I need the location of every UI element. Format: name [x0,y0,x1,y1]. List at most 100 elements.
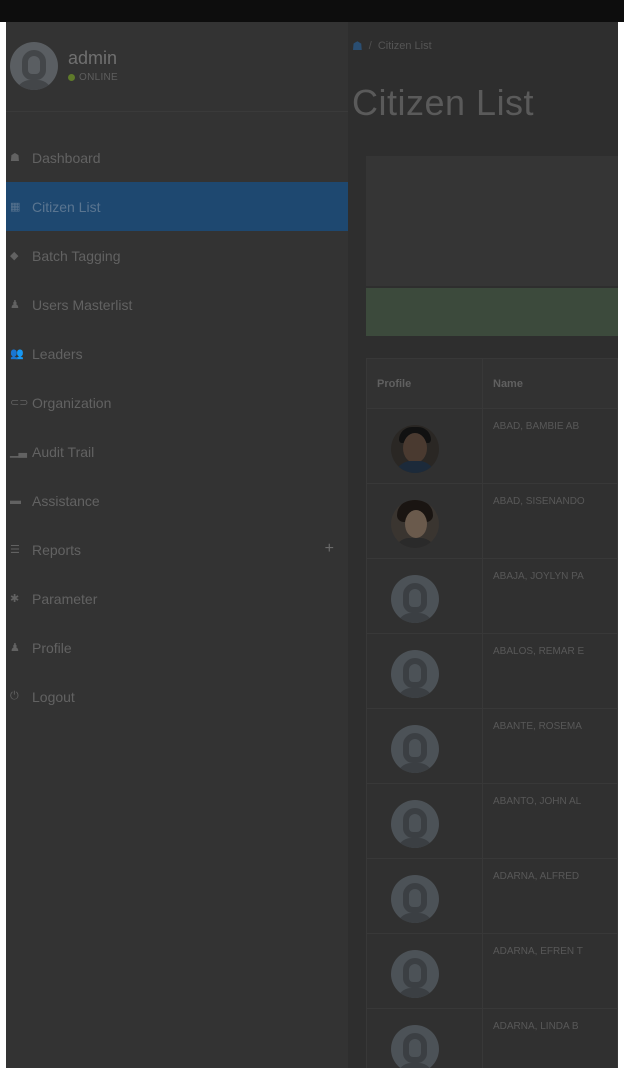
page-frame: admin ONLINE ☗ Dashboard ▦ Citizen List ◆ Bat… [0,22,624,1074]
sidebar-item-label: Assistance [32,492,100,509]
user-icon: ♟ [10,642,20,654]
default-avatar-icon [391,950,439,998]
table-header-row: Profile Name [366,358,618,409]
name-cell: ABAJA, JOYLYN PA [482,558,618,634]
column-header-profile[interactable]: Profile [366,358,483,409]
default-avatar-icon [391,1025,439,1068]
citizen-name[interactable]: ADARNA, ALFRED [483,859,617,882]
default-avatar-icon [391,725,439,773]
gear-icon: ✱ [10,593,20,605]
app-window: admin ONLINE ☗ Dashboard ▦ Citizen List ◆ Bat… [6,22,618,1068]
breadcrumb: ☗ / Citizen List [352,39,432,53]
sidebar-item-label: Batch Tagging [32,247,121,264]
sidebar-item-label: Reports [32,541,82,558]
sidebar-item-leaders[interactable]: 👥 Leaders [6,329,348,378]
sidebar-item-logout[interactable]: ⏻ Logout [6,672,348,721]
profile-photo [391,500,439,548]
sidebar-item-label: Profile [32,639,72,656]
sidebar-item-parameter[interactable]: ✱ Parameter [6,574,348,623]
sidebar-item-batch-tagging[interactable]: ◆ Batch Tagging [6,231,348,280]
citizen-name[interactable]: ADARNA, LINDA B [483,1009,617,1032]
table-row[interactable]: ADARNA, ALFRED [366,858,618,934]
user-status: ONLINE [68,72,118,83]
profile-cell [366,483,483,559]
default-avatar-icon [391,800,439,848]
column-header-name[interactable]: Name [482,358,618,409]
table-row[interactable]: ABAJA, JOYLYN PA [366,558,618,634]
calendar-icon: ▦ [10,201,21,213]
filter-panel [366,156,618,286]
expand-plus-icon[interactable]: + [325,540,334,558]
profile-cell [366,933,483,1009]
profile-cell [366,633,483,709]
dashboard-icon: ☗ [10,152,20,164]
browser-top-bar [0,0,624,22]
profile-photo [391,425,439,473]
sidebar-item-audit-trail[interactable]: ▁▃ Audit Trail [6,427,348,476]
sidebar-item-label: Parameter [32,590,98,607]
name-cell: ABALOS, REMAR E [482,633,618,709]
sidebar: admin ONLINE ☗ Dashboard ▦ Citizen List ◆ Bat… [6,22,348,1068]
sidebar-item-label: Users Masterlist [32,296,133,313]
ticket-icon: ⊂⊃ [10,397,29,409]
default-avatar-icon [391,575,439,623]
sidebar-item-label: Audit Trail [32,443,95,460]
citizen-table: Profile Name ABAD, BAMBIE AB ABAD, SISENA… [366,358,618,1068]
user-name: admin [68,48,118,68]
avatar [10,42,58,90]
sidebar-item-profile[interactable]: ♟ Profile [6,623,348,672]
profile-cell [366,708,483,784]
sidebar-item-assistance[interactable]: ▬ Assistance [6,476,348,525]
sidebar-item-users-masterlist[interactable]: ♟ Users Masterlist [6,280,348,329]
sidebar-item-label: Logout [32,688,75,705]
sidebar-item-reports[interactable]: ☰ Reports + [6,525,348,574]
name-cell: ADARNA, LINDA B [482,1008,618,1068]
sidebar-menu: ☗ Dashboard ▦ Citizen List ◆ Batch Tagging ♟ Us… [6,133,348,721]
name-cell: ABANTE, ROSEMA [482,708,618,784]
user-panel: admin ONLINE [6,22,348,112]
name-cell: ADARNA, ALFRED [482,858,618,934]
power-icon: ⏻ [10,690,19,702]
citizen-name[interactable]: ABANTO, JOHN AL [483,784,617,807]
sidebar-item-dashboard[interactable]: ☗ Dashboard [6,133,348,182]
name-cell: ABAD, BAMBIE AB [482,408,618,484]
name-cell: ADARNA, EFREN T [482,933,618,1009]
table-row[interactable]: ABANTE, ROSEMA [366,708,618,784]
chart-icon: ▁▃ [10,446,27,458]
citizen-name[interactable]: ABANTE, ROSEMA [483,709,617,732]
breadcrumb-separator: / [368,40,372,52]
sidebar-item-label: Leaders [32,345,83,362]
page-title: Citizen List [352,82,535,123]
table-row[interactable]: ABANTO, JOHN AL [366,783,618,859]
briefcase-icon: ▬ [10,494,21,507]
profile-cell [366,783,483,859]
list-icon: ☰ [10,544,20,556]
citizen-name[interactable]: ABAD, BAMBIE AB [483,409,617,432]
table-row[interactable]: ABAD, BAMBIE AB [366,408,618,484]
citizen-name[interactable]: ABALOS, REMAR E [483,634,617,657]
citizen-name[interactable]: ABAJA, JOYLYN PA [483,559,617,582]
sidebar-item-label: Dashboard [32,149,101,166]
tag-icon: ◆ [10,250,19,262]
table-row[interactable]: ADARNA, LINDA B [366,1008,618,1068]
default-avatar-icon [391,650,439,698]
user-status-label: ONLINE [79,72,119,83]
sidebar-item-label: Organization [32,394,112,411]
default-avatar-icon [391,875,439,923]
main-content: ☗ / Citizen List Citizen List Profile Na… [348,22,618,1068]
alert-bar [366,288,618,336]
users-icon: 👥 [10,348,24,360]
sidebar-item-organization[interactable]: ⊂⊃ Organization [6,378,348,427]
citizen-name[interactable]: ADARNA, EFREN T [483,934,617,957]
table-row[interactable]: ADARNA, EFREN T [366,933,618,1009]
home-icon[interactable]: ☗ [352,39,363,53]
profile-cell [366,408,483,484]
citizen-name[interactable]: ABAD, SISENANDO [483,484,617,507]
name-cell: ABANTO, JOHN AL [482,783,618,859]
online-status-dot-icon [68,74,75,81]
sidebar-item-citizen-list[interactable]: ▦ Citizen List [6,182,348,231]
table-row[interactable]: ABAD, SISENANDO [366,483,618,559]
breadcrumb-current: Citizen List [377,40,432,52]
table-row[interactable]: ABALOS, REMAR E [366,633,618,709]
profile-cell [366,558,483,634]
